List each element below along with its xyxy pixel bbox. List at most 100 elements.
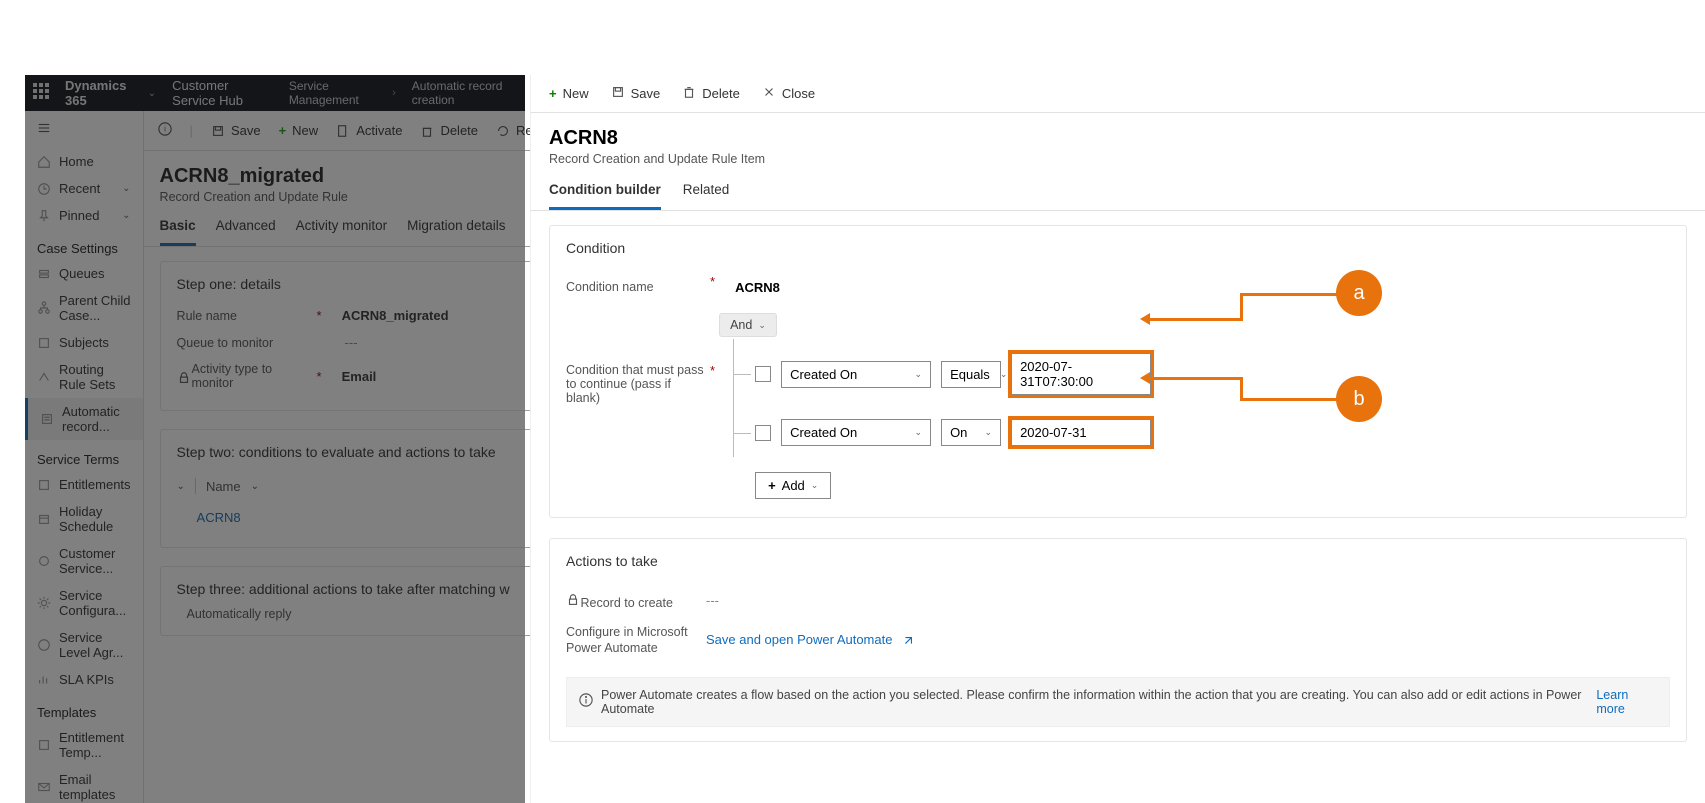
bg-step2-title: Step two: conditions to evaluate and act… (177, 444, 522, 460)
chevron-down-icon[interactable]: ⌄ (177, 481, 185, 492)
hierarchy-icon (37, 301, 51, 315)
tab-related[interactable]: Related (683, 182, 730, 210)
hamburger-icon[interactable] (25, 111, 143, 148)
modal-subtitle: Record Creation and Update Rule Item (549, 152, 1687, 166)
actions-section: Actions to take Record to create --- Con… (549, 538, 1687, 742)
activity-type-value: Email (342, 369, 377, 384)
chevron-down-icon: ⌄ (811, 480, 819, 491)
bg-activate-button[interactable]: Activate (336, 123, 402, 138)
delete-button[interactable]: Delete (682, 85, 740, 102)
bg-tab-advanced[interactable]: Advanced (216, 218, 276, 246)
bg-tab-basic[interactable]: Basic (160, 218, 196, 246)
condition-row-2: Created On⌄ On⌄ 2020-07-31 (755, 419, 1151, 446)
grid-column-name[interactable]: Name (206, 479, 241, 494)
queue-label: Queue to monitor (177, 336, 317, 350)
bg-step1-card: Step one: details Rule name * ACRN8_migr… (160, 261, 539, 411)
app-launcher-icon[interactable] (33, 83, 49, 103)
chevron-down-icon: ⌄ (122, 183, 130, 194)
nav-sla[interactable]: Service Level Agr... (25, 624, 143, 666)
nav-routing[interactable]: Routing Rule Sets (25, 356, 143, 398)
bg-tab-migration[interactable]: Migration details (407, 218, 505, 246)
nav-recent[interactable]: Recent⌄ (25, 175, 143, 202)
plus-icon: + (279, 123, 287, 138)
modal-command-bar: + New Save Delete Close (531, 75, 1705, 113)
condition-name-label: Condition name (566, 274, 706, 294)
external-link-icon (902, 635, 914, 647)
queue-value: --- (345, 335, 358, 350)
template-icon (37, 738, 51, 752)
nav-pinned[interactable]: Pinned⌄ (25, 202, 143, 229)
chevron-down-icon: ⌄ (985, 427, 993, 438)
field-select[interactable]: Created On⌄ (781, 361, 931, 388)
row-checkbox[interactable] (755, 366, 771, 382)
bg-save-button[interactable]: Save (211, 123, 261, 138)
operator-select[interactable]: Equals⌄ (941, 361, 1001, 388)
save-button[interactable]: Save (611, 85, 661, 102)
value-input-a[interactable]: 2020-07-31T07:30:00 (1011, 353, 1151, 395)
nav-subjects[interactable]: Subjects (25, 329, 143, 356)
nav-entitlements[interactable]: Entitlements (25, 471, 143, 498)
gear-icon (37, 596, 51, 610)
nav-home[interactable]: Home (25, 148, 143, 175)
nav-service-config[interactable]: Service Configura... (25, 582, 143, 624)
queue-icon (37, 267, 51, 281)
help-icon[interactable]: i (158, 122, 172, 139)
group-operator-label: And (730, 318, 752, 332)
add-condition-button[interactable]: + Add ⌄ (755, 472, 831, 499)
chevron-down-icon: ⌄ (148, 88, 156, 99)
field-select[interactable]: Created On⌄ (781, 419, 931, 446)
nav-automatic-record[interactable]: Automatic record... (25, 398, 143, 440)
nav-section-case-settings: Case Settings (25, 229, 143, 260)
condition-name-value[interactable]: ACRN8 (735, 274, 780, 295)
required-indicator: * (317, 369, 322, 384)
nav-section-templates: Templates (25, 693, 143, 724)
bg-tabs: Basic Advanced Activity monitor Migratio… (144, 204, 555, 247)
save-icon (611, 85, 625, 102)
breadcrumb-1[interactable]: Service Management (289, 79, 376, 107)
required-indicator: * (710, 274, 715, 289)
nav-queues[interactable]: Queues (25, 260, 143, 287)
bg-new-button[interactable]: +New (279, 123, 319, 138)
activity-type-label: Activity type to monitor (177, 362, 317, 390)
configure-pa-label: Configure in Microsoft Power Automate (566, 618, 706, 657)
kpi-icon (37, 673, 51, 687)
clock-icon (37, 182, 51, 196)
left-nav: Home Recent⌄ Pinned⌄ Case Settings Queue… (25, 111, 144, 803)
breadcrumb-2[interactable]: Automatic record creation (412, 79, 517, 107)
row-checkbox[interactable] (755, 425, 771, 441)
lock-icon (177, 371, 188, 382)
rule-name-label: Rule name (177, 309, 317, 323)
save-open-pa-link[interactable]: Save and open Power Automate (706, 632, 892, 647)
new-button[interactable]: + New (549, 86, 589, 101)
value-input-b[interactable]: 2020-07-31 (1011, 419, 1151, 446)
chevron-down-icon: ⌄ (758, 320, 766, 331)
nav-parent-child[interactable]: Parent Child Case... (25, 287, 143, 329)
group-operator-chip[interactable]: And ⌄ (719, 313, 777, 337)
nav-holiday[interactable]: Holiday Schedule (25, 498, 143, 540)
bg-delete-button[interactable]: Delete (420, 123, 478, 138)
bg-step3-card: Step three: additional actions to take a… (160, 566, 539, 636)
nav-customer-service[interactable]: Customer Service... (25, 540, 143, 582)
app-name: Customer Service Hub (172, 78, 273, 108)
calendar-icon (37, 512, 51, 526)
tab-condition-builder[interactable]: Condition builder (549, 182, 661, 210)
info-banner: Power Automate creates a flow based on t… (566, 677, 1670, 727)
service-icon (37, 554, 51, 568)
learn-more-link[interactable]: Learn more (1596, 688, 1657, 716)
brand-label: Dynamics 365 (65, 78, 132, 108)
nav-email-templates[interactable]: Email templates (25, 766, 143, 803)
condition-section-title: Condition (566, 240, 1670, 256)
chevron-down-icon: ⌄ (122, 210, 130, 221)
bg-record-subtitle: Record Creation and Update Rule (160, 190, 539, 204)
record-icon (40, 412, 54, 426)
plus-icon: + (549, 86, 557, 101)
operator-select[interactable]: On⌄ (941, 419, 1001, 446)
condition-pass-label: Condition that must pass to continue (pa… (566, 313, 706, 405)
chevron-down-icon[interactable]: ⌄ (251, 481, 259, 492)
nav-sla-kpis[interactable]: SLA KPIs (25, 666, 143, 693)
grid-row-acrn8[interactable]: ACRN8 (177, 502, 522, 533)
bg-tab-activity[interactable]: Activity monitor (296, 218, 388, 246)
info-icon (579, 693, 593, 710)
nav-entitlement-templates[interactable]: Entitlement Temp... (25, 724, 143, 766)
close-button[interactable]: Close (762, 85, 815, 102)
